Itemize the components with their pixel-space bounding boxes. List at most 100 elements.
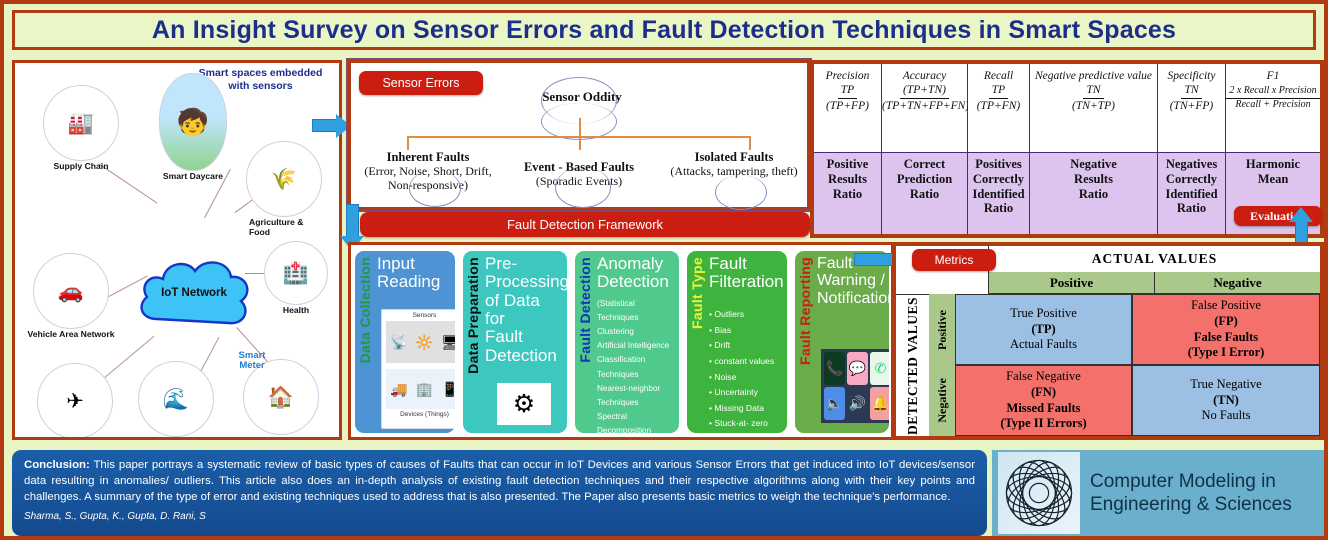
stage-vertical-label: Fault Detection bbox=[577, 257, 593, 363]
metric-name: Recall bbox=[983, 70, 1014, 82]
conclusion-box: Conclusion: This paper portrays a system… bbox=[12, 450, 987, 536]
metric-meaning: Positive Results Ratio bbox=[814, 152, 882, 234]
stage-heading: Input Reading bbox=[377, 254, 441, 292]
metric-col-specificity: Specificity TN (TN+FP) bbox=[1158, 64, 1226, 152]
stage-heading: Anomaly Detection bbox=[597, 254, 669, 292]
metric-numerator: (TP+TN) bbox=[900, 83, 949, 99]
cm-cell-true-positive: True Positive (TP) Actual Faults bbox=[955, 294, 1132, 365]
pipeline-stage-fault-detection[interactable]: Fault Detection Anomaly Detection (Stati… bbox=[575, 251, 679, 433]
list-item: • Uncertainty bbox=[709, 387, 758, 398]
list-item: • Stuck-at- zero bbox=[709, 418, 768, 429]
metric-meaning: Harmonic Mean bbox=[1245, 157, 1301, 186]
list-item: • Noise bbox=[709, 371, 737, 382]
iot-node-weather: 🌊 Weather, Flood, Disaster Monitoring bbox=[121, 361, 231, 440]
cmes-geometric-logo bbox=[998, 452, 1080, 534]
stage-vertical-label: Data Collection bbox=[357, 257, 373, 364]
phone-icon: 📞 bbox=[824, 352, 845, 385]
page-title: An Insight Survey on Sensor Errors and F… bbox=[12, 10, 1316, 50]
page-title-text: An Insight Survey on Sensor Errors and F… bbox=[151, 15, 1177, 44]
metric-denominator: (TN+FP) bbox=[1169, 99, 1214, 112]
metric-col-recall: Recall TP (TP+FN) bbox=[968, 64, 1030, 152]
iot-cloud-label: IoT Network bbox=[161, 287, 227, 299]
iot-node-label: Weather, Flood, Disaster Monitoring bbox=[121, 438, 231, 440]
smart-meter-label: Smart Meter bbox=[238, 350, 266, 372]
metrics-table: Precision TP (TP+FP) Accuracy (TP+TN) (T… bbox=[810, 60, 1324, 238]
cm-cell-true-negative: True Negative (TN) No Faults bbox=[1132, 365, 1320, 436]
volume-icon: 🔊 bbox=[847, 387, 868, 420]
list-item: Nearest-neighbor Techniques bbox=[597, 383, 661, 407]
iot-node-military: ✈ Military bbox=[33, 363, 117, 437]
list-item: • Missing Data bbox=[709, 402, 765, 413]
list-item: • Drift bbox=[709, 340, 731, 351]
metric-meaning: Negatives Correctly Identified Ratio bbox=[1158, 152, 1226, 234]
sensors-devices-diagram: Sensors 📡 🔆 🖥 🚚 🏢 📱 Devices (Things) bbox=[381, 309, 455, 429]
stage-heading: Fault Filteration bbox=[709, 254, 784, 292]
metric-col-npv: Negative predictive value TN (TN+TP) bbox=[1030, 64, 1158, 152]
fault-detection-framework-bar: Fault Detection Framework bbox=[360, 212, 810, 237]
list-item: • constant values bbox=[709, 355, 775, 366]
metric-name: Specificity bbox=[1167, 70, 1216, 82]
pipeline-stage-fault-type[interactable]: Fault Type Fault Filteration • Outliers … bbox=[687, 251, 787, 433]
metric-numerator: TP bbox=[988, 83, 1009, 99]
metric-col-precision: Precision TP (TP+FP) bbox=[814, 64, 882, 152]
iot-node-agriculture: 🌾 Agriculture & Food bbox=[243, 141, 325, 238]
iot-cloud: IoT Network bbox=[135, 253, 253, 335]
pipeline-stage-data-collection[interactable]: Data Collection Input Reading Sensors 📡 🔆… bbox=[355, 251, 455, 433]
health-icon: 🏥 bbox=[264, 241, 328, 305]
metrics-meaning-row: Positive Results Ratio Correct Predictio… bbox=[814, 152, 1322, 234]
sensors-row: 📡 🔆 🖥 bbox=[386, 321, 455, 363]
iot-node-label: Supply Chain bbox=[53, 161, 109, 171]
list-item: Spectral Decomposition bbox=[597, 411, 652, 433]
actual-col-positive: Positive bbox=[988, 272, 1154, 294]
metrics-pill[interactable]: Metrics bbox=[912, 249, 996, 271]
conclusion-lead: Conclusion: bbox=[24, 459, 90, 471]
data-processing-icon: ⚙ bbox=[497, 383, 551, 425]
conclusion-text: Conclusion: This paper portrays a system… bbox=[24, 457, 975, 506]
daycare-icon: 🧒 bbox=[159, 73, 227, 171]
cmes-logo-icon bbox=[1005, 459, 1073, 527]
weather-icon: 🌊 bbox=[138, 361, 214, 437]
metric-meaning: Correct Prediction Ratio bbox=[882, 152, 968, 234]
supply-chain-icon: 🏭 bbox=[43, 85, 119, 161]
confusion-matrix: ACTUAL VALUES Positive Negative DETECTED… bbox=[892, 242, 1324, 440]
list-item: • Outliers bbox=[709, 309, 745, 319]
iot-node-daycare: 🧒 Smart Daycare bbox=[145, 73, 241, 182]
cm-cell-false-negative: False Negative (FN) Missed Faults (Type … bbox=[955, 365, 1132, 436]
stage-vertical-label: Data Preparation bbox=[465, 257, 481, 374]
metric-meaning: Negative Results Ratio bbox=[1030, 152, 1158, 234]
notification-apps-grid: 📞 💬 ✆ ✉ 🔈 🔊 🔔 📢 bbox=[821, 349, 889, 423]
metric-col-accuracy: Accuracy (TP+TN) (TP+TN+FP+FN) bbox=[882, 64, 970, 152]
sensor-errors-leaf-isolated: Isolated Faults (Attacks, tampering, the… bbox=[670, 150, 798, 178]
metric-denominator: (TP+FP) bbox=[826, 99, 869, 112]
authors: Sharma, S., Gupta, K., Gupta, D. Rani, S bbox=[24, 510, 206, 522]
metric-name: Negative predictive value bbox=[1034, 70, 1153, 82]
agriculture-icon: 🌾 bbox=[246, 141, 322, 217]
actual-values-header: ACTUAL VALUES bbox=[988, 246, 1320, 273]
pipeline-stage-fault-reporting[interactable]: Fault Reporting Fault Warning / Notifica… bbox=[795, 251, 889, 433]
vehicle-icon: 🚗 bbox=[33, 253, 109, 329]
fault-type-list: • Outliers • Bias • Drift • constant val… bbox=[709, 307, 784, 432]
actual-values-columns: Positive Negative bbox=[988, 272, 1320, 294]
iot-node-label: Smart Daycare bbox=[162, 171, 224, 181]
iot-node-label: Smart Home Appliances bbox=[255, 435, 307, 440]
anomaly-technique-list: (Statistical Techniques Clustering Artif… bbox=[597, 297, 676, 433]
actual-col-negative: Negative bbox=[1154, 272, 1320, 294]
pipeline-stage-data-preparation[interactable]: Data Preparation Pre- Processing of Data… bbox=[463, 251, 567, 433]
detected-values-header: DETECTED VALUES bbox=[896, 294, 930, 436]
journal-title-line2: Engineering & Sciences bbox=[1090, 494, 1292, 515]
devices-row: 🚚 🏢 📱 bbox=[386, 369, 455, 409]
iot-node-label: Agriculture & Food bbox=[249, 217, 304, 237]
metric-name: Precision bbox=[825, 70, 870, 82]
stage-heading: Pre- Processing of Data for Fault Detect… bbox=[485, 254, 567, 365]
detected-row-negative: Negative bbox=[929, 365, 956, 436]
list-item: • Bias bbox=[709, 324, 732, 335]
journal-title-line1: Computer Modeling in bbox=[1090, 470, 1276, 492]
sensors-label: Sensors bbox=[412, 312, 437, 319]
metric-numerator: TN bbox=[1181, 83, 1202, 99]
journal-title: Computer Modeling in Engineering & Scien… bbox=[1090, 470, 1292, 516]
list-item: Clustering bbox=[597, 327, 634, 337]
sensor-errors-panel: Sensor Errors Sensor Oddity Inherent Fau… bbox=[346, 58, 812, 212]
metric-denominator: (TP+FN) bbox=[976, 99, 1021, 112]
metric-denominator: (TP+TN+FP+FN) bbox=[882, 99, 970, 112]
bell-icon: 🔔 bbox=[870, 387, 889, 420]
